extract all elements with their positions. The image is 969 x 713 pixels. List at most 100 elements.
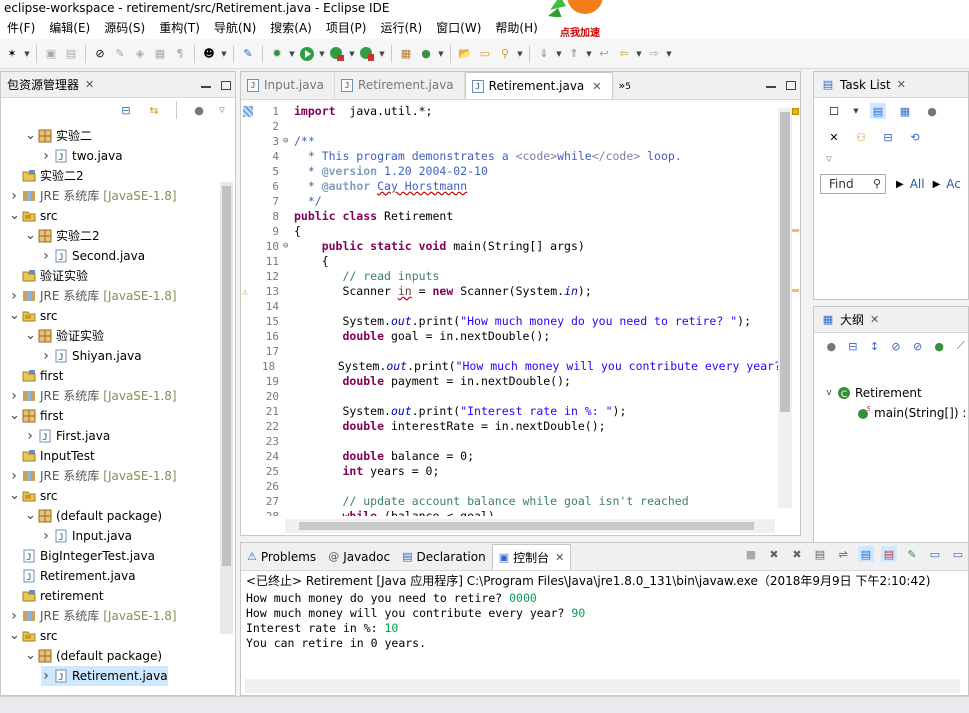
expanded-icon[interactable]: ⌄: [25, 329, 36, 342]
code-line[interactable]: 25 int years = 0;: [241, 464, 781, 479]
code-line[interactable]: 7 */: [241, 194, 781, 209]
expanded-icon[interactable]: ⌄: [9, 489, 20, 502]
tree-item[interactable]: ⌄ src: [9, 306, 58, 326]
block-select-icon[interactable]: ▦: [152, 46, 168, 62]
code-line[interactable]: 20: [241, 389, 781, 404]
sort-icon[interactable]: ↕: [869, 338, 880, 354]
hide-nonpublic-icon[interactable]: ●: [934, 338, 945, 354]
console-horizontal-scrollbar[interactable]: [245, 679, 960, 693]
expanded-icon[interactable]: ⌄: [25, 129, 36, 142]
coverage-icon[interactable]: [329, 46, 345, 62]
perspective-dropdown-icon[interactable]: ▼: [220, 46, 228, 62]
menu-item-8[interactable]: 窗口(W): [429, 17, 488, 39]
expanded-icon[interactable]: ⌄: [9, 309, 20, 322]
collapsed-icon[interactable]: ›: [9, 386, 19, 406]
next-annotation-dropdown-icon[interactable]: ▼: [555, 46, 563, 62]
tree-item[interactable]: › JRE 系统库 [JavaSE-1.8]: [9, 606, 176, 626]
remove-all-icon[interactable]: ✖: [789, 546, 805, 562]
code-line[interactable]: 22 double interestRate = in.nextDouble()…: [241, 419, 781, 434]
focus-workweek-icon[interactable]: ●: [924, 103, 940, 119]
expanded-icon[interactable]: ⌄: [9, 409, 20, 422]
tree-item[interactable]: ⌄ src: [9, 486, 58, 506]
code-line[interactable]: 8 public class Retirement: [241, 209, 781, 224]
scroll-thumb[interactable]: [299, 522, 754, 530]
tree-item[interactable]: › J Retirement.java: [41, 666, 168, 686]
new-task-icon[interactable]: ☐: [826, 103, 842, 119]
tab-overflow[interactable]: »5: [613, 72, 637, 99]
new-icon[interactable]: ✶: [4, 46, 20, 62]
sync-icon[interactable]: ⟲: [907, 129, 923, 145]
code-line[interactable]: 9{: [241, 224, 781, 239]
debug-dropdown-icon[interactable]: ▼: [288, 46, 296, 62]
expand-icon[interactable]: v: [824, 383, 834, 403]
tree-item[interactable]: › J First.java: [25, 426, 110, 446]
speedup-label[interactable]: 点我加速: [558, 24, 602, 39]
terminate-icon[interactable]: ■: [743, 546, 759, 562]
package-explorer-scrollbar[interactable]: [220, 182, 233, 634]
collapsed-icon[interactable]: ›: [9, 186, 19, 206]
tree-item[interactable]: ⌄ first: [9, 406, 63, 426]
fold-icon[interactable]: ⊖: [283, 239, 291, 254]
maximize-icon[interactable]: [786, 80, 796, 90]
activate-link[interactable]: Ac: [946, 177, 961, 191]
editor-vertical-scrollbar[interactable]: [778, 108, 792, 508]
prev-annotation-dropdown-icon[interactable]: ▼: [585, 46, 593, 62]
mylyn-icon[interactable]: ⚇: [853, 129, 869, 145]
bottom-tab[interactable]: ▣ 控制台 ✕: [491, 544, 572, 570]
menu-item-5[interactable]: 搜索(A): [263, 17, 319, 39]
outline-class-item[interactable]: v C Retirement: [824, 383, 921, 403]
code-line[interactable]: 10 ⊖ public static void main(String[] arg…: [241, 239, 781, 254]
skip-breakpoints-icon[interactable]: ⊘: [92, 46, 108, 62]
expanded-icon[interactable]: ⌄: [25, 229, 36, 242]
maximize-icon[interactable]: [221, 80, 231, 90]
back-dropdown-icon[interactable]: ▼: [635, 46, 643, 62]
tree-item[interactable]: retirement: [9, 586, 104, 606]
hide-fields-icon[interactable]: ⊘: [891, 338, 902, 354]
code-line[interactable]: 15 System.out.print("How much money do y…: [241, 314, 781, 329]
link-editor-icon[interactable]: ⇆: [146, 102, 162, 118]
tree-item[interactable]: › J Second.java: [41, 246, 145, 266]
expanded-icon[interactable]: ⌄: [25, 649, 36, 662]
focus-icon[interactable]: ●: [826, 338, 837, 354]
categorized-icon[interactable]: ▤: [870, 103, 886, 119]
open-type-icon[interactable]: 📂: [457, 46, 473, 62]
pin-console-icon[interactable]: ✎: [904, 546, 920, 562]
code-line[interactable]: 5 * @version 1.20 2004-02-10: [241, 164, 781, 179]
minimize-icon[interactable]: [201, 86, 211, 88]
bottom-tab[interactable]: ▤ Declaration: [396, 544, 492, 570]
tree-item[interactable]: first: [9, 366, 63, 386]
save-icon[interactable]: ▣: [43, 46, 59, 62]
collapsed-icon[interactable]: ›: [41, 246, 51, 266]
run-dropdown-icon[interactable]: ▼: [318, 46, 326, 62]
new-class-dropdown-icon[interactable]: ▼: [437, 46, 445, 62]
forward-icon[interactable]: ⇨: [646, 46, 662, 62]
editor-tab[interactable]: J Retirement.java ✕: [464, 72, 613, 99]
collapsed-icon[interactable]: ›: [25, 426, 35, 446]
open-task-icon[interactable]: ▭: [477, 46, 493, 62]
display-console-icon[interactable]: ▭: [927, 546, 943, 562]
collapse-icon[interactable]: ⊟: [848, 338, 859, 354]
bottom-tab[interactable]: ⚠ Problems: [241, 544, 322, 570]
collapsed-icon[interactable]: ›: [41, 666, 51, 686]
find-input[interactable]: Find ⚲: [820, 174, 886, 194]
code-line[interactable]: 3 ⊖/**: [241, 134, 781, 149]
edit-icon[interactable]: ✎: [112, 46, 128, 62]
remove-launch-icon[interactable]: ✖: [766, 546, 782, 562]
tree-item[interactable]: J Retirement.java: [9, 566, 136, 586]
pin-icon[interactable]: ✎: [240, 46, 256, 62]
forward-dropdown-icon[interactable]: ▼: [665, 46, 673, 62]
code-line[interactable]: 4 * This program demonstrates a <code>wh…: [241, 149, 781, 164]
tree-item[interactable]: 验证实验: [9, 266, 88, 286]
menu-item-9[interactable]: 帮助(H): [488, 17, 544, 39]
tree-item[interactable]: ⌄ 验证实验: [25, 326, 104, 346]
expanded-icon[interactable]: ⌄: [25, 509, 36, 522]
new-java-package-icon[interactable]: ▦: [398, 46, 414, 62]
menu-item-4[interactable]: 导航(N): [207, 17, 263, 39]
tree-item[interactable]: › JRE 系统库 [JavaSE-1.8]: [9, 466, 176, 486]
code-line[interactable]: 2: [241, 119, 781, 134]
collapsed-icon[interactable]: ›: [9, 606, 19, 626]
code-line[interactable]: 17: [241, 344, 781, 359]
external-tools-icon[interactable]: [359, 46, 375, 62]
collapsed-icon[interactable]: ›: [41, 146, 51, 166]
tree-item[interactable]: ⌄ src: [9, 206, 58, 226]
